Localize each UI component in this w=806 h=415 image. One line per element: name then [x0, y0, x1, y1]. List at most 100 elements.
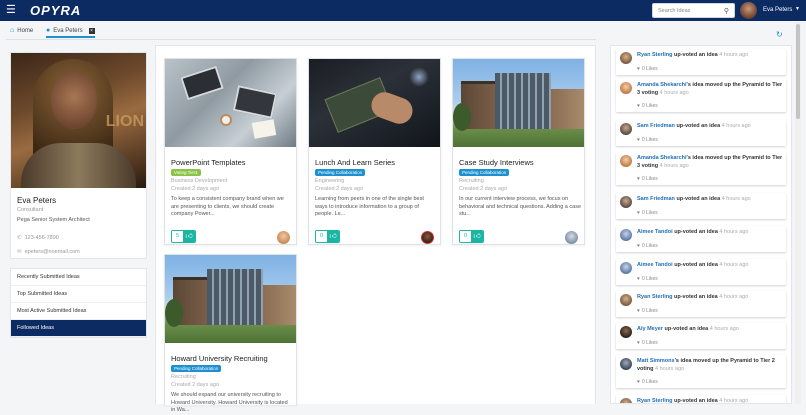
chevron-down-icon[interactable]: ▼	[795, 6, 800, 12]
like-button[interactable]: 0 👍︎	[459, 230, 484, 243]
menu-item-recent[interactable]: Recently Submitted Ideas	[11, 269, 146, 286]
heart-icon[interactable]: ♥	[637, 243, 640, 249]
hamburger-icon[interactable]: ☰	[6, 5, 16, 16]
feed-text: Amanda Shekarchi's idea moved up the Pyr…	[637, 155, 783, 170]
feed-user[interactable]: Aimee Tandoi	[637, 262, 673, 268]
idea-age: Created 2 days ago	[171, 186, 220, 192]
avatar[interactable]	[277, 231, 290, 244]
feed-item[interactable]: Sam Friedman up-voted an idea 4 hours ag…	[616, 193, 786, 219]
idea-card[interactable]: PowerPoint Templates Voting Tier1 Busine…	[164, 58, 297, 245]
like-button[interactable]: 0 👍︎	[315, 230, 340, 243]
feed-text: Ryan Sterling up-voted an idea 4 hours a…	[637, 398, 783, 404]
thumbs-up-icon[interactable]: 👍︎	[183, 231, 195, 242]
idea-card[interactable]: Howard University Recruiting Pending Col…	[164, 254, 297, 413]
idea-image	[165, 255, 296, 343]
avatar[interactable]	[620, 196, 632, 208]
avatar[interactable]	[620, 294, 632, 306]
refresh-icon[interactable]: ↻	[776, 30, 783, 39]
avatar[interactable]	[620, 82, 632, 94]
feed-text: Aimee Tandoi up-voted an idea 4 hours ag…	[637, 229, 783, 237]
heart-icon[interactable]: ♥	[637, 276, 640, 282]
feed-user[interactable]: Sam Friedman	[637, 123, 675, 129]
feed-likes: ♥ 0 Likes	[637, 210, 658, 216]
profile-title: Pega Senior System Architect	[17, 217, 90, 223]
idea-card[interactable]: Lunch And Learn Series Pending Collabora…	[308, 58, 441, 245]
feed-item[interactable]: Aimee Tandoi up-voted an idea 4 hours ag…	[616, 226, 786, 252]
phone-value: 123-456-7890	[24, 235, 59, 241]
feed-item[interactable]: Sam Friedman up-voted an idea 4 hours ag…	[616, 120, 786, 146]
tab-home[interactable]: ⌂ Home	[10, 27, 33, 34]
heart-icon[interactable]: ♥	[637, 103, 640, 109]
heart-icon[interactable]: ♥	[637, 66, 640, 72]
feed-user[interactable]: Amanda Shekarchi	[637, 82, 687, 88]
search-icon[interactable]: ⚲	[724, 7, 729, 15]
status-badge: Voting Tier1	[171, 169, 201, 176]
app-logo[interactable]: OPYRA	[30, 3, 81, 18]
avatar[interactable]	[421, 231, 434, 244]
avatar[interactable]	[620, 262, 632, 274]
profile-role: Consultant	[17, 207, 44, 213]
idea-title[interactable]: Case Study Interviews	[459, 158, 534, 167]
feed-time: 4 hours ago	[719, 398, 749, 404]
avatar[interactable]	[620, 123, 632, 135]
heart-icon[interactable]: ♥	[637, 340, 640, 346]
feed-user[interactable]: Aly Meyer	[637, 326, 663, 332]
avatar[interactable]	[620, 398, 632, 403]
feed-item[interactable]: Amanda Shekarchi's idea moved up the Pyr…	[616, 152, 786, 185]
feed-likes-count: 0 Likes	[641, 379, 658, 385]
feed-user[interactable]: Ryan Sterling	[637, 294, 672, 300]
heart-icon[interactable]: ♥	[637, 379, 640, 385]
user-menu-name[interactable]: Eva Peters	[763, 7, 792, 13]
feed-likes-count: 0 Likes	[641, 308, 658, 314]
feed-text: Sam Friedman up-voted an idea 4 hours ag…	[637, 123, 783, 131]
home-icon: ⌂	[10, 27, 15, 34]
heart-icon[interactable]: ♥	[637, 176, 640, 182]
feed-action: up-voted an idea	[673, 398, 718, 404]
tab-eva-peters[interactable]: ● Eva Peters ×	[46, 27, 95, 38]
idea-title[interactable]: PowerPoint Templates	[171, 158, 245, 167]
avatar[interactable]	[565, 231, 578, 244]
feed-item[interactable]: Ryan Sterling up-voted an idea 4 hours a…	[616, 395, 786, 404]
avatar[interactable]	[620, 229, 632, 241]
feed-item[interactable]: Ryan Sterling up-voted an idea 4 hours a…	[616, 291, 786, 317]
avatar[interactable]	[620, 326, 632, 338]
feed-user[interactable]: Amanda Shekarchi	[637, 155, 687, 161]
feed-item[interactable]: Aly Meyer up-voted an idea 4 hours ago ♥…	[616, 323, 786, 349]
avatar[interactable]	[620, 155, 632, 167]
feed-user[interactable]: Aimee Tandoi	[637, 229, 673, 235]
user-icon: ●	[46, 27, 51, 34]
heart-icon[interactable]: ♥	[637, 137, 640, 143]
search-input[interactable]: Search Ideas ⚲	[652, 3, 735, 18]
feed-item[interactable]: Amanda Shekarchi's idea moved up the Pyr…	[616, 79, 786, 112]
idea-title[interactable]: Howard University Recruiting	[171, 354, 268, 363]
feed-item[interactable]: Ryan Sterling up-voted an idea 4 hours a…	[616, 49, 786, 75]
feed-item[interactable]: Matt Simmons's idea moved up the Pyramid…	[616, 355, 786, 388]
scrollbar[interactable]	[795, 22, 801, 404]
profile-email: ✉ epeters@noemail.com	[17, 249, 80, 255]
feed-user[interactable]: Matt Simmons	[637, 358, 675, 364]
close-icon[interactable]: ×	[88, 27, 95, 34]
thumbs-up-icon[interactable]: 👍︎	[327, 231, 339, 242]
feed-item[interactable]: Aimee Tandoi up-voted an idea 4 hours ag…	[616, 259, 786, 285]
feed-likes: ♥ 0 Likes	[637, 137, 658, 143]
idea-title[interactable]: Lunch And Learn Series	[315, 158, 395, 167]
feed-likes-count: 0 Likes	[641, 103, 658, 109]
menu-item-followed[interactable]: Followed Ideas	[11, 320, 146, 337]
avatar[interactable]	[740, 2, 757, 19]
menu-item-most-active[interactable]: Most Active Submitted Ideas	[11, 303, 146, 320]
heart-icon[interactable]: ♥	[637, 210, 640, 216]
email-icon: ✉	[17, 249, 22, 255]
email-value[interactable]: epeters@noemail.com	[25, 249, 80, 255]
idea-card[interactable]: Case Study Interviews Pending Collaborat…	[452, 58, 585, 245]
thumbs-up-icon[interactable]: 👍︎	[471, 231, 483, 242]
feed-user[interactable]: Ryan Sterling	[637, 52, 672, 58]
menu-item-top[interactable]: Top Submitted Ideas	[11, 286, 146, 303]
feed-user[interactable]: Ryan Sterling	[637, 398, 672, 403]
feed-user[interactable]: Sam Friedman	[637, 196, 675, 202]
feed-time: 4 hours ago	[655, 365, 685, 372]
scrollbar-thumb[interactable]	[796, 24, 800, 119]
avatar[interactable]	[620, 358, 632, 370]
like-button[interactable]: 5 👍︎	[171, 230, 196, 243]
heart-icon[interactable]: ♥	[637, 308, 640, 314]
avatar[interactable]	[620, 52, 632, 64]
